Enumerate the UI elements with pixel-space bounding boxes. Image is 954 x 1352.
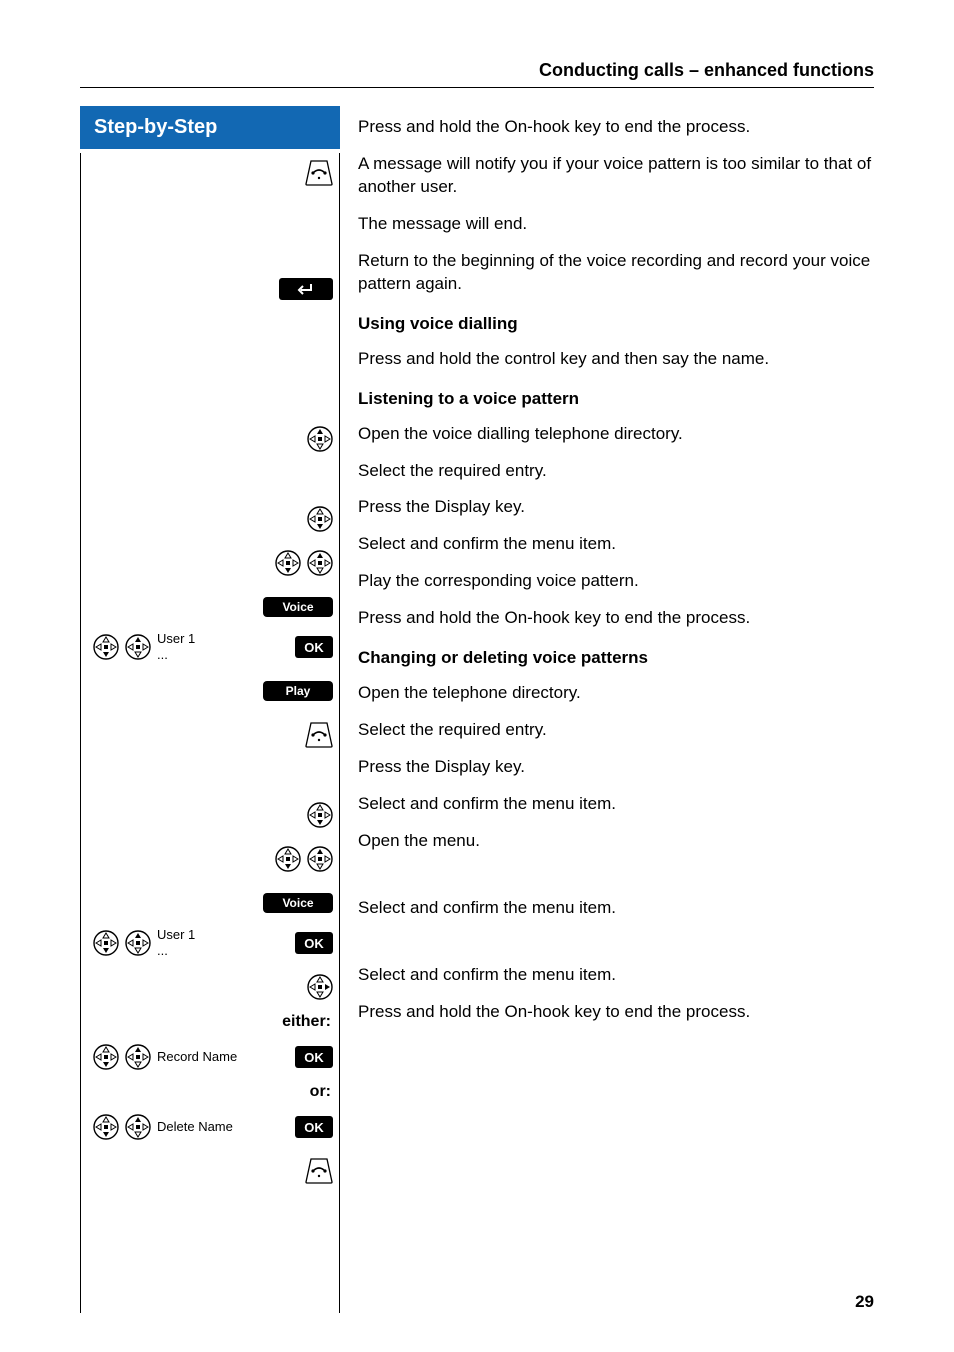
instruction-text: Select and confirm the menu item. xyxy=(358,793,874,816)
control-key-up-icon xyxy=(125,634,151,660)
control-key-up-icon xyxy=(125,1044,151,1070)
section-header: Conducting calls – enhanced functions xyxy=(80,60,874,81)
control-key-right-icon xyxy=(307,974,333,1000)
instruction-text: Press the Display key. xyxy=(358,756,874,779)
instruction-text: The message will end. xyxy=(358,213,874,236)
ok-key: OK xyxy=(295,1116,333,1138)
return-key-icon xyxy=(279,278,333,300)
menu-item-user1: User 1 xyxy=(157,928,283,942)
page: Conducting calls – enhanced functions St… xyxy=(0,0,954,1352)
instruction-text: Open the menu. xyxy=(358,830,874,853)
instruction-text: Open the voice dialling telephone direct… xyxy=(358,423,874,446)
control-key-down-icon xyxy=(93,634,119,660)
control-key-down-icon xyxy=(93,1114,119,1140)
ok-key: OK xyxy=(295,932,333,954)
header-rule xyxy=(80,87,874,88)
step-column: Step-by-Step xyxy=(80,106,340,1313)
instruction-text: Select the required entry. xyxy=(358,460,874,483)
control-key-up-icon xyxy=(125,930,151,956)
instruction-text: Select and confirm the menu item. xyxy=(358,533,874,556)
instruction-text: Return to the beginning of the voice rec… xyxy=(358,250,874,296)
instruction-text: Select and confirm the menu item. xyxy=(358,897,874,920)
ok-key: OK xyxy=(295,636,333,658)
voice-softkey: Voice xyxy=(263,893,333,913)
instruction-text: Press the Display key. xyxy=(358,496,874,519)
instruction-text: Press and hold the On-hook key to end th… xyxy=(358,116,874,139)
control-key-up-icon xyxy=(307,846,333,872)
instruction-text: Select and confirm the menu item. xyxy=(358,964,874,987)
on-hook-key-icon xyxy=(305,160,333,186)
subheading: Changing or deleting voice patterns xyxy=(358,648,874,668)
menu-item-delete-name: Delete Name xyxy=(157,1120,283,1134)
menu-item-record-name: Record Name xyxy=(157,1050,283,1064)
control-key-up-icon xyxy=(125,1114,151,1140)
page-number: 29 xyxy=(855,1292,874,1312)
on-hook-key-icon xyxy=(305,722,333,748)
control-key-down-icon xyxy=(275,846,301,872)
ellipsis: ... xyxy=(157,647,283,662)
subheading: Using voice dialling xyxy=(358,314,874,334)
instruction-text: Open the telephone directory. xyxy=(358,682,874,705)
subheading: Listening to a voice pattern xyxy=(358,389,874,409)
play-softkey: Play xyxy=(263,681,333,701)
control-key-down-icon xyxy=(93,930,119,956)
control-key-up-icon xyxy=(307,550,333,576)
either-label: either: xyxy=(87,1013,333,1031)
instruction-text: Press and hold the On-hook key to end th… xyxy=(358,607,874,630)
control-key-down-icon xyxy=(307,506,333,532)
control-key-down-icon xyxy=(275,550,301,576)
instruction-text: Press and hold the control key and then … xyxy=(358,348,874,371)
instruction-text: Select the required entry. xyxy=(358,719,874,742)
control-key-down-icon xyxy=(93,1044,119,1070)
instruction-text: Play the corresponding voice pattern. xyxy=(358,570,874,593)
menu-item-user1: User 1 xyxy=(157,632,283,646)
instruction-text: Press and hold the On-hook key to end th… xyxy=(358,1001,874,1024)
or-label: or: xyxy=(87,1083,333,1101)
instruction-column: Press and hold the On-hook key to end th… xyxy=(340,106,874,1038)
ok-key: OK xyxy=(295,1046,333,1068)
on-hook-key-icon xyxy=(305,1158,333,1184)
control-key-up-icon xyxy=(307,426,333,452)
instruction-text: A message will notify you if your voice … xyxy=(358,153,874,199)
control-key-down-icon xyxy=(307,802,333,828)
voice-softkey: Voice xyxy=(263,597,333,617)
step-banner: Step-by-Step xyxy=(80,106,340,149)
ellipsis: ... xyxy=(157,943,283,958)
